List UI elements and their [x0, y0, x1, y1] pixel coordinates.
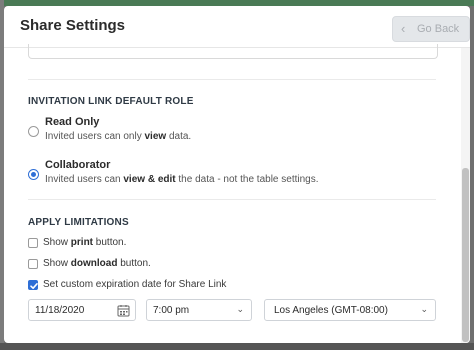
time-value: 7:00 pm	[153, 305, 190, 316]
radio-collaborator[interactable]	[28, 169, 39, 180]
show-download-label: Show download button.	[43, 258, 151, 269]
chevron-down-icon: ⌄	[236, 304, 244, 314]
read-only-description: Invited users can only view data.	[45, 131, 192, 142]
show-print-checkbox[interactable]	[28, 238, 38, 248]
checkmark-icon	[30, 283, 38, 289]
go-back-label: Go Back	[417, 23, 460, 35]
modal-title: Share Settings	[20, 17, 126, 34]
expiration-date-input[interactable]: 11/18/2020	[28, 299, 136, 321]
invitation-heading: INVITATION LINK DEFAULT ROLE	[28, 96, 194, 107]
custom-expiration-checkbox[interactable]	[28, 280, 38, 290]
share-settings-modal: Share Settings ‹ Go Back INVITATION LINK…	[4, 6, 470, 343]
collaborator-label: Collaborator	[45, 159, 111, 171]
date-value: 11/18/2020	[35, 305, 85, 316]
chevron-left-icon: ‹	[401, 21, 406, 36]
timezone-value: Los Angeles (GMT-08:00)	[274, 305, 388, 316]
show-print-label: Show print button.	[43, 237, 127, 248]
show-download-checkbox[interactable]	[28, 259, 38, 269]
go-back-button[interactable]: ‹ Go Back	[392, 16, 470, 42]
modal-header: Share Settings ‹ Go Back	[4, 6, 470, 48]
expiration-time-select[interactable]: 7:00 pm ⌄	[146, 299, 252, 321]
read-only-label: Read Only	[45, 116, 100, 128]
chevron-down-icon: ⌄	[420, 304, 428, 314]
background-strip-bottom	[0, 343, 474, 350]
scrollbar-thumb[interactable]	[462, 168, 469, 342]
modal-content: INVITATION LINK DEFAULT ROLE Read Only I…	[4, 44, 461, 343]
calendar-icon[interactable]	[117, 304, 130, 317]
limitations-heading: APPLY LIMITATIONS	[28, 217, 129, 228]
custom-expiration-label: Set custom expiration date for Share Lin…	[43, 279, 227, 290]
radio-read-only[interactable]	[28, 126, 39, 137]
section-divider	[28, 199, 436, 200]
previous-field-box	[28, 44, 438, 59]
collaborator-description: Invited users can view & edit the data -…	[45, 174, 319, 185]
timezone-select[interactable]: Los Angeles (GMT-08:00) ⌄	[264, 299, 436, 321]
section-divider	[28, 79, 436, 80]
